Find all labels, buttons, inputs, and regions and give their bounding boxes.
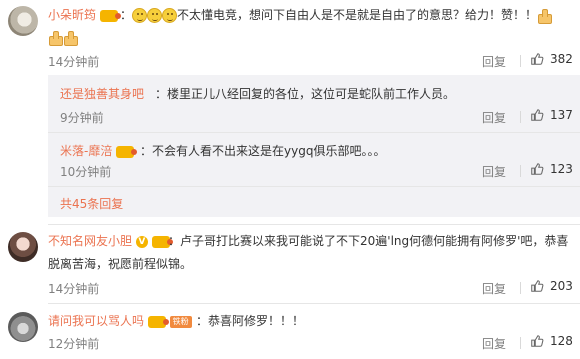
like-count: 137	[550, 108, 573, 122]
reply-button[interactable]: 回复	[482, 53, 506, 70]
vip-icon	[116, 145, 138, 158]
vip-icon	[151, 235, 173, 248]
avatar[interactable]	[8, 6, 38, 36]
timestamp: 14分钟前	[48, 282, 100, 296]
comment-1-user-row: 小朵昕筠	[48, 6, 121, 23]
thumbs-up-emoji-icon	[537, 8, 553, 24]
username[interactable]: 请问我可以骂人吗	[48, 314, 144, 328]
divider	[520, 337, 521, 349]
thumbs-up-icon	[531, 109, 544, 121]
comment-1-emoji-row	[48, 30, 78, 46]
verified-v-icon: V	[135, 235, 148, 248]
thumbs-up-icon	[531, 163, 544, 175]
comment-2-user-row: 不知名网友小胆 V	[48, 232, 173, 249]
comment-3-user-row: 请问我可以骂人吗 铁粉	[48, 312, 192, 329]
username[interactable]: 还是独善其身吧	[60, 87, 144, 101]
thumbs-up-icon	[531, 53, 544, 65]
colon: ：	[120, 8, 133, 22]
thumbs-up-emoji-icon	[63, 30, 78, 46]
fan-badge: 铁粉	[169, 315, 192, 328]
thumbs-up-icon	[531, 280, 544, 292]
reply-button[interactable]: 回复	[482, 335, 506, 352]
divider	[48, 186, 580, 187]
avatar[interactable]	[8, 312, 38, 342]
vip-icon	[147, 315, 169, 328]
comment-text: 不太懂电竞，想问下自由人是不是就是自由了的意思？给力！赞！！	[177, 8, 538, 22]
view-more-replies-link[interactable]: 共45条回复	[60, 195, 123, 212]
username[interactable]: 米落-靡涪	[60, 144, 112, 158]
like-count: 203	[550, 279, 573, 293]
timestamp: 9分钟前	[60, 111, 104, 125]
comment-text: ：卢子哥打比赛以来我可能说了不下20遍'lng何德何能拥有阿修罗'吧，恭喜	[168, 234, 569, 248]
smile-emoji-icon	[132, 8, 148, 23]
vip-icon	[99, 9, 121, 22]
divider	[520, 111, 521, 123]
smile-emoji-icon	[147, 8, 163, 23]
reply-text: ：楼里正儿八经回复的各位，这位可是蛇队前工作人员。	[155, 87, 456, 101]
like-button[interactable]: 137	[530, 108, 573, 122]
divider	[48, 132, 580, 133]
timestamp: 12分钟前	[48, 337, 100, 351]
reply-button[interactable]: 回复	[482, 163, 506, 180]
comment-text: ：恭喜阿修罗！！！	[196, 314, 305, 328]
username[interactable]: 不知名网友小胆	[48, 234, 132, 248]
divider	[520, 55, 521, 67]
reply-text: ：不会有人看不出来这是在yygq俱乐部吧。。。	[140, 144, 386, 158]
divider	[48, 224, 580, 225]
like-count: 128	[550, 334, 573, 348]
timestamp: 14分钟前	[48, 55, 100, 69]
reply-button[interactable]: 回复	[482, 109, 506, 126]
avatar[interactable]	[8, 232, 38, 262]
divider	[48, 303, 580, 304]
like-button[interactable]: 123	[530, 162, 573, 176]
thumbs-up-emoji-icon	[48, 30, 63, 46]
username[interactable]: 小朵昕筠	[48, 8, 96, 22]
like-button[interactable]: 382	[530, 52, 573, 66]
reply-button[interactable]: 回复	[482, 280, 506, 297]
timestamp: 10分钟前	[60, 165, 112, 179]
reply-2-user-row: 米落-靡涪	[60, 142, 138, 159]
thumbs-up-icon	[531, 335, 544, 347]
reply-1-user-row: 还是独善其身吧	[60, 85, 144, 102]
comment-1-text-row: ： 不太懂电竞，想问下自由人是不是就是自由了的意思？给力！赞！！	[120, 6, 553, 24]
replies-panel: 还是独善其身吧 ：楼里正儿八经回复的各位，这位可是蛇队前工作人员。 9分钟前 回…	[48, 75, 580, 217]
like-count: 123	[550, 162, 573, 176]
like-button[interactable]: 203	[530, 279, 573, 293]
like-button[interactable]: 128	[530, 334, 573, 348]
smile-emoji-icon	[162, 8, 178, 23]
divider	[520, 282, 521, 294]
like-count: 382	[550, 52, 573, 66]
divider	[520, 165, 521, 177]
comment-text-cont: 脱离苦海，祝愿前程似锦。	[48, 257, 193, 271]
